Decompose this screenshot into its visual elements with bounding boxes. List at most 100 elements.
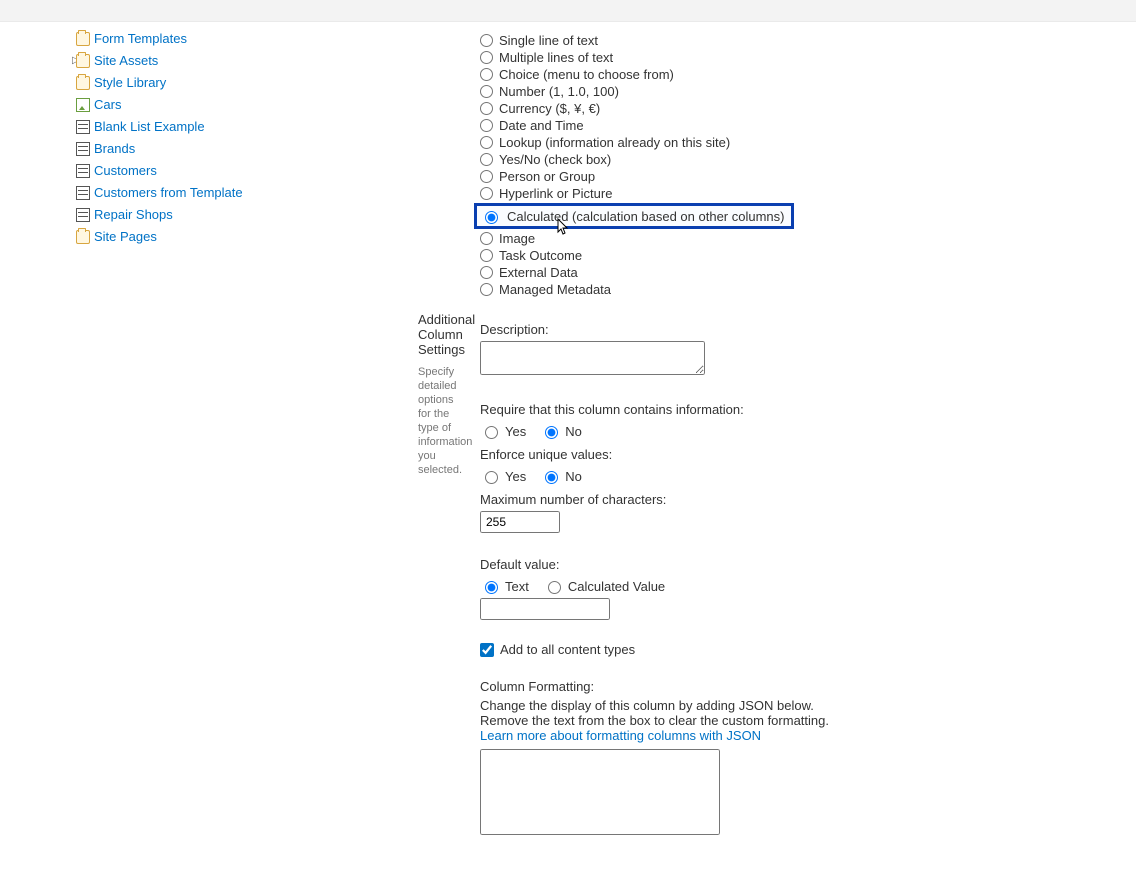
sidebar-item-customers-template[interactable]: Customers from Template [76, 182, 270, 204]
type-radio[interactable] [480, 102, 493, 115]
list-icon [76, 142, 90, 156]
type-radio[interactable] [480, 136, 493, 149]
add-content-types-checkbox[interactable] [480, 643, 494, 657]
type-option-choice[interactable]: Choice (menu to choose from) [480, 66, 1126, 83]
default-text-option[interactable]: Text [480, 578, 529, 594]
require-yes-option[interactable]: Yes [480, 423, 526, 439]
sidebar-item-form-templates[interactable]: Form Templates [76, 28, 270, 50]
sidebar-item-brands[interactable]: Brands [76, 138, 270, 160]
settings-section-info: Additional Column Settings Specify detai… [290, 26, 460, 838]
type-label: Managed Metadata [499, 282, 611, 297]
type-radio[interactable] [480, 68, 493, 81]
description-input[interactable] [480, 341, 705, 375]
enforce-no-option[interactable]: No [540, 468, 582, 484]
type-label: Calculated (calculation based on other c… [507, 209, 785, 224]
default-calc-radio[interactable] [548, 581, 561, 594]
sidebar-item-label[interactable]: Cars [94, 96, 121, 114]
type-label: Hyperlink or Picture [499, 186, 612, 201]
type-option-calculated[interactable]: Calculated (calculation based on other c… [474, 203, 794, 229]
sidebar-item-label[interactable]: Customers from Template [94, 184, 243, 202]
formatting-heading: Column Formatting: [480, 679, 870, 694]
formatting-line2: Remove the text from the box to clear th… [480, 713, 870, 728]
default-value-field: Default value: Text Calculated Value [480, 557, 1126, 620]
sidebar: Form Templates ▷ Site Assets Style Libra… [0, 22, 280, 878]
sidebar-item-label[interactable]: Repair Shops [94, 206, 173, 224]
formatting-json-input[interactable] [480, 749, 720, 835]
type-option-task-outcome[interactable]: Task Outcome [480, 247, 1126, 264]
type-radio[interactable] [480, 187, 493, 200]
sidebar-item-site-pages[interactable]: Site Pages [76, 226, 270, 248]
mouse-cursor-icon [557, 218, 571, 236]
require-label: Require that this column contains inform… [480, 402, 1126, 417]
type-label: Multiple lines of text [499, 50, 613, 65]
type-option-lookup[interactable]: Lookup (information already on this site… [480, 134, 1126, 151]
sidebar-item-label[interactable]: Site Assets [94, 52, 158, 70]
type-radio[interactable] [480, 51, 493, 64]
type-option-single-line[interactable]: Single line of text [480, 32, 1126, 49]
default-text-radio[interactable] [485, 581, 498, 594]
description-label: Description: [480, 322, 1126, 337]
type-radio[interactable] [480, 283, 493, 296]
list-icon [76, 208, 90, 222]
sidebar-item-label[interactable]: Site Pages [94, 228, 157, 246]
require-no-option[interactable]: No [540, 423, 582, 439]
column-type-group: Single line of text Multiple lines of te… [480, 32, 1126, 298]
column-formatting: Column Formatting: Change the display of… [480, 679, 870, 838]
type-radio[interactable] [485, 211, 498, 224]
type-label: Choice (menu to choose from) [499, 67, 674, 82]
sidebar-item-style-library[interactable]: Style Library [76, 72, 270, 94]
sidebar-item-label[interactable]: Brands [94, 140, 135, 158]
default-calc-label: Calculated Value [568, 579, 665, 594]
type-label: Lookup (information already on this site… [499, 135, 730, 150]
folder-icon [76, 32, 90, 46]
type-option-person[interactable]: Person or Group [480, 168, 1126, 185]
formatting-line1: Change the display of this column by add… [480, 698, 870, 713]
enforce-yes-radio[interactable] [485, 471, 498, 484]
maxchars-input[interactable] [480, 511, 560, 533]
type-radio[interactable] [480, 266, 493, 279]
type-label: Image [499, 231, 535, 246]
type-radio[interactable] [480, 34, 493, 47]
require-yes-radio[interactable] [485, 426, 498, 439]
type-radio[interactable] [480, 119, 493, 132]
type-option-external-data[interactable]: External Data [480, 264, 1126, 281]
type-option-datetime[interactable]: Date and Time [480, 117, 1126, 134]
sidebar-item-site-assets[interactable]: ▷ Site Assets [76, 50, 270, 72]
description-field: Description: [480, 322, 1126, 378]
type-option-number[interactable]: Number (1, 1.0, 100) [480, 83, 1126, 100]
sidebar-item-repair-shops[interactable]: Repair Shops [76, 204, 270, 226]
type-radio[interactable] [480, 170, 493, 183]
add-content-types-row[interactable]: Add to all content types [480, 642, 1126, 657]
type-option-image[interactable]: Image [480, 230, 1126, 247]
maxchars-label: Maximum number of characters: [480, 492, 1126, 507]
enforce-label: Enforce unique values: [480, 447, 1126, 462]
sidebar-item-label[interactable]: Customers [94, 162, 157, 180]
type-radio[interactable] [480, 153, 493, 166]
sidebar-item-label[interactable]: Form Templates [94, 30, 187, 48]
sidebar-item-cars[interactable]: Cars [76, 94, 270, 116]
type-option-yesno[interactable]: Yes/No (check box) [480, 151, 1126, 168]
sidebar-item-label[interactable]: Style Library [94, 74, 166, 92]
enforce-yes-option[interactable]: Yes [480, 468, 526, 484]
list-icon [76, 120, 90, 134]
type-radio[interactable] [480, 85, 493, 98]
require-field: Require that this column contains inform… [480, 402, 1126, 533]
list-icon [76, 164, 90, 178]
enforce-no-radio[interactable] [545, 471, 558, 484]
type-option-currency[interactable]: Currency ($, ¥, €) [480, 100, 1126, 117]
type-option-managed-metadata[interactable]: Managed Metadata [480, 281, 1126, 298]
default-calc-option[interactable]: Calculated Value [543, 578, 665, 594]
type-label: Task Outcome [499, 248, 582, 263]
formatting-link[interactable]: Learn more about formatting columns with… [480, 728, 761, 743]
sidebar-item-customers[interactable]: Customers [76, 160, 270, 182]
type-radio[interactable] [480, 232, 493, 245]
default-value-input[interactable] [480, 598, 610, 620]
type-option-hyperlink[interactable]: Hyperlink or Picture [480, 185, 1126, 202]
sidebar-item-label[interactable]: Blank List Example [94, 118, 205, 136]
sidebar-item-blank-list[interactable]: Blank List Example [76, 116, 270, 138]
type-radio[interactable] [480, 249, 493, 262]
section-heading: Additional Column Settings [418, 312, 460, 357]
type-label: Yes/No (check box) [499, 152, 611, 167]
type-option-multi-line[interactable]: Multiple lines of text [480, 49, 1126, 66]
require-no-radio[interactable] [545, 426, 558, 439]
